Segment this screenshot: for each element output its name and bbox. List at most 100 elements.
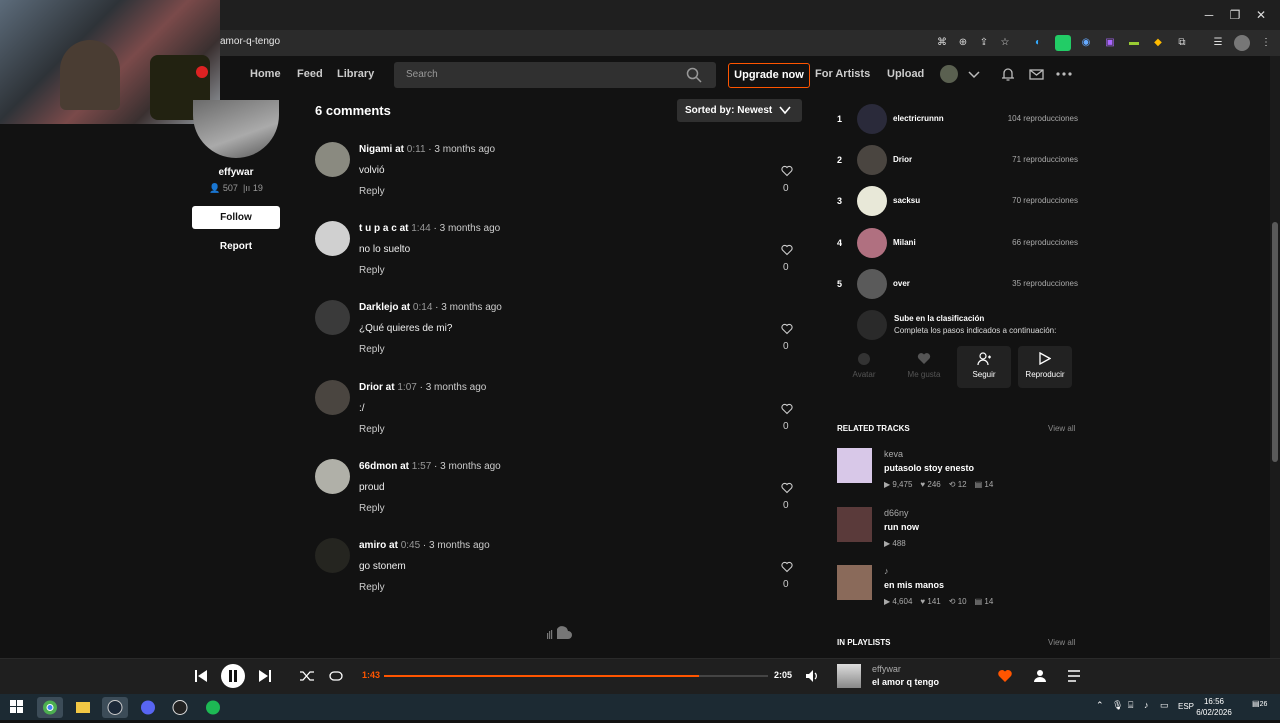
comment-timestamp[interactable]: 0:11 <box>407 144 426 155</box>
windows-start-icon[interactable] <box>10 700 23 713</box>
extension-icon[interactable]: ▬ <box>1126 35 1142 51</box>
ranking-row[interactable]: 3 sacksu 70 reproducciones <box>837 186 1078 218</box>
ranking-row[interactable]: 2 Drior 71 reproducciones <box>837 145 1078 177</box>
ranking-username[interactable]: sacksu <box>893 196 920 205</box>
comment-like-heart-icon[interactable] <box>781 561 793 573</box>
language-indicator[interactable]: ESP <box>1178 702 1194 711</box>
obs-taskbar-icon[interactable] <box>167 697 193 718</box>
ranking-avatar[interactable] <box>857 145 887 176</box>
comment-username[interactable]: t u p a c <box>359 223 397 234</box>
speaker-icon[interactable]: ♪ <box>1144 700 1149 710</box>
extension-icon[interactable]: ▣ <box>1102 35 1118 51</box>
comment-like-heart-icon[interactable] <box>781 165 793 177</box>
extension-icon[interactable] <box>1055 35 1071 51</box>
comment-username[interactable]: Nigami <box>359 144 392 155</box>
artist-name[interactable]: effywar <box>192 167 280 178</box>
skip-next-icon[interactable] <box>257 668 273 684</box>
reply-button[interactable]: Reply <box>359 344 385 355</box>
search-icon[interactable] <box>686 67 702 83</box>
sort-dropdown[interactable]: Sorted by: Newest <box>677 99 802 122</box>
reading-list-icon[interactable]: ☰ <box>1210 35 1226 51</box>
microphone-icon[interactable]: 🎙 <box>1112 700 1123 711</box>
browser-menu-icon[interactable]: ⋮ <box>1258 35 1274 51</box>
install-icon[interactable]: ⇪ <box>976 35 992 51</box>
extension-icon[interactable]: ◐ <box>1030 35 1046 51</box>
messages-mail-icon[interactable] <box>1029 69 1044 80</box>
display-icon[interactable]: ▭ <box>1160 700 1169 711</box>
related-track-artist[interactable]: ♪ <box>884 566 889 576</box>
comment-timestamp[interactable]: 0:45 <box>401 540 420 551</box>
comment-username[interactable]: Darklejo <box>359 302 398 313</box>
repeat-icon[interactable] <box>328 668 344 684</box>
comment-username[interactable]: amiro <box>359 540 386 551</box>
more-options-icon[interactable] <box>1056 72 1072 76</box>
for-artists-link[interactable]: For Artists <box>815 68 870 80</box>
comment-avatar[interactable] <box>315 458 350 494</box>
discord-taskbar-icon[interactable] <box>135 697 161 718</box>
restore-icon[interactable]: ❐ <box>1226 6 1244 24</box>
queue-icon[interactable] <box>1066 668 1082 684</box>
comment-timestamp[interactable]: 1:44 <box>411 223 430 234</box>
ranking-username[interactable]: over <box>893 279 910 288</box>
clock[interactable]: 16:56 6/02/2026 <box>1196 696 1232 718</box>
reply-button[interactable]: Reply <box>359 582 385 593</box>
related-track[interactable]: d66ny run now ▶ 488 <box>837 506 1077 559</box>
related-track[interactable]: keva putasolo stoy enesto ▶ 9,475 ♥ 246 ⟲ 12… <box>837 448 1077 500</box>
extension-icon[interactable]: ◉ <box>1078 35 1094 51</box>
bookmark-star-icon[interactable]: ☆ <box>997 35 1013 51</box>
ranking-avatar[interactable] <box>857 227 887 258</box>
comment-like-heart-icon[interactable] <box>781 323 793 335</box>
now-playing-artist[interactable]: effywar <box>872 664 901 674</box>
nav-home[interactable]: Home <box>250 68 281 80</box>
comment-avatar[interactable] <box>315 379 350 415</box>
follow-user-icon[interactable] <box>1032 668 1048 684</box>
comment-timestamp[interactable]: 1:07 <box>397 382 416 393</box>
ranking-username[interactable]: Milani <box>893 238 916 247</box>
comment-avatar[interactable] <box>315 142 350 177</box>
notifications-bell-icon[interactable] <box>1001 67 1015 82</box>
notification-center-icon[interactable]: ▤26 <box>1252 699 1268 713</box>
comment-username[interactable]: Drior <box>359 382 383 393</box>
chevron-down-icon[interactable] <box>968 70 980 80</box>
tracks-count[interactable]: 19 <box>253 183 263 193</box>
ranking-row[interactable]: 1 electricrunnn 104 reproducciones <box>837 104 1078 136</box>
related-track[interactable]: ♪ en mis manos ▶ 4,604 ♥ 141 ⟲ 10 ▤ 14 <box>837 565 1077 617</box>
nav-library[interactable]: Library <box>337 68 374 80</box>
comment-username[interactable]: 66dmon <box>359 461 397 472</box>
now-playing-title[interactable]: el amor q tengo <box>872 677 939 687</box>
nav-feed[interactable]: Feed <box>297 68 323 80</box>
report-button[interactable]: Report <box>192 241 280 252</box>
skip-previous-icon[interactable] <box>193 668 209 684</box>
ranking-avatar[interactable] <box>857 186 887 217</box>
ranking-avatar[interactable] <box>857 104 887 134</box>
extensions-puzzle-icon[interactable]: ⧉ <box>1174 35 1190 51</box>
now-playing-artwork[interactable] <box>837 664 861 688</box>
related-track-artwork[interactable] <box>837 565 872 600</box>
reply-button[interactable]: Reply <box>359 424 385 435</box>
zoom-icon[interactable]: ⊕ <box>955 35 971 51</box>
comment-like-heart-icon[interactable] <box>781 244 793 256</box>
spotify-taskbar-icon[interactable] <box>200 697 226 718</box>
playlists-view-all-link[interactable]: View all <box>1048 638 1075 647</box>
follow-button[interactable]: Follow <box>192 206 280 229</box>
steam-taskbar-icon[interactable] <box>102 697 128 718</box>
user-avatar[interactable] <box>940 65 958 83</box>
shuffle-icon[interactable] <box>299 668 315 684</box>
translate-icon[interactable]: ⌘ <box>934 35 950 51</box>
profile-avatar[interactable] <box>1234 35 1250 51</box>
page-scrollbar-thumb[interactable] <box>1272 222 1278 462</box>
ranking-username[interactable]: electricrunnn <box>893 114 944 123</box>
reply-button[interactable]: Reply <box>359 186 385 197</box>
ranking-avatar[interactable] <box>857 268 887 299</box>
close-icon[interactable]: ✕ <box>1252 6 1270 24</box>
network-icon[interactable]: ⌸ <box>1128 700 1133 711</box>
related-track-artist[interactable]: d66ny <box>884 508 909 518</box>
related-track-artwork[interactable] <box>837 448 872 483</box>
comment-timestamp[interactable]: 0:14 <box>413 302 432 313</box>
comment-avatar[interactable] <box>315 538 350 573</box>
reply-button[interactable]: Reply <box>359 265 385 276</box>
comment-like-heart-icon[interactable] <box>781 403 793 415</box>
upgrade-button[interactable]: Upgrade now <box>728 63 810 88</box>
related-view-all-link[interactable]: View all <box>1048 424 1075 433</box>
like-heart-icon[interactable] <box>997 668 1013 684</box>
